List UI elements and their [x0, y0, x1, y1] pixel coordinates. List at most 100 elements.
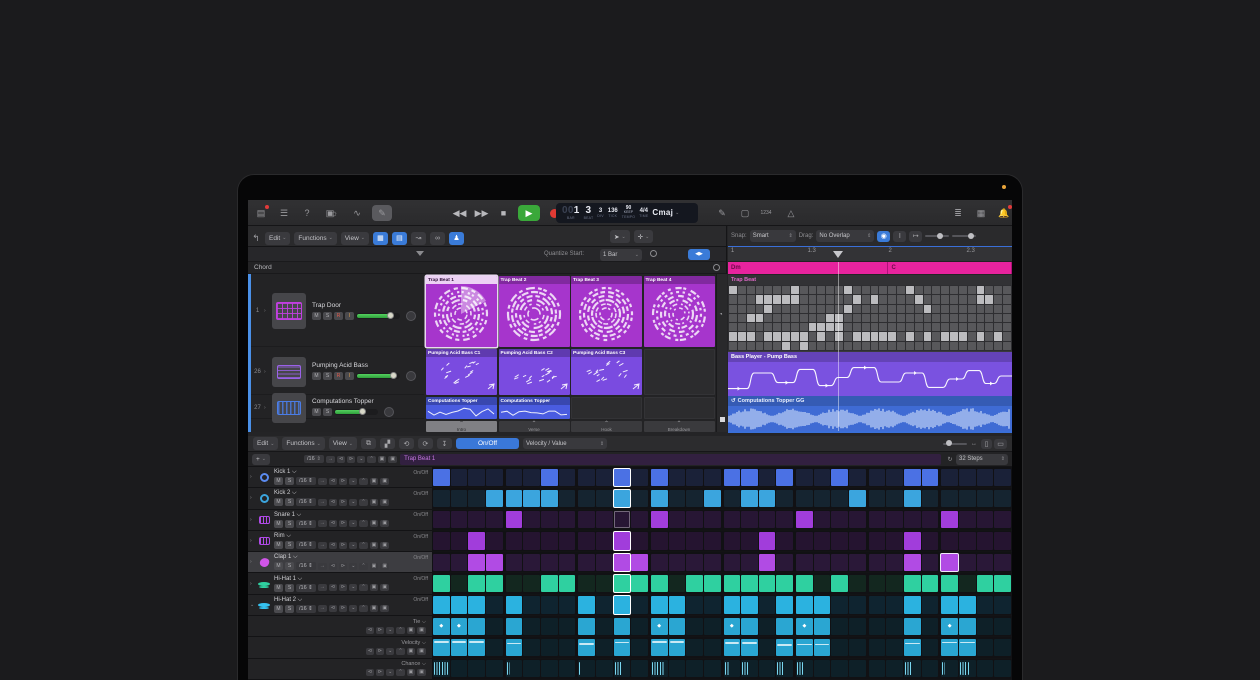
step-cell[interactable] [523, 660, 540, 677]
row-header-hi-hat-2[interactable]: ⌄Hi-Hat 2 ⌵On/OffMS/16 ⇕→⊲⊳⌄⌃▣▣ [248, 595, 432, 615]
step-cell[interactable] [759, 554, 776, 571]
loop-cell-empty[interactable] [571, 397, 642, 419]
row-down-icon[interactable]: ⌄ [349, 520, 357, 527]
step-cell[interactable] [578, 639, 595, 656]
step-cell[interactable] [741, 554, 758, 571]
step-cell[interactable] [814, 511, 831, 528]
step-cell[interactable] [669, 596, 686, 613]
step-cell[interactable] [796, 490, 813, 507]
region-topper[interactable]: ↺Computations Topper GG [728, 396, 1012, 432]
step-cell[interactable] [959, 469, 976, 486]
row-solo-button[interactable]: S [285, 477, 294, 485]
step-cell[interactable] [849, 532, 866, 549]
step-cell[interactable] [433, 660, 450, 677]
pointer-tool-button[interactable]: ➤⌄ [610, 230, 630, 243]
loop-cell-empty[interactable] [644, 397, 715, 419]
subrow-step-b-icon[interactable]: ▣ [417, 669, 426, 676]
loop-link-icon[interactable]: ∞ [430, 232, 445, 245]
step-cell[interactable] [977, 532, 994, 549]
row-rotate-right-icon[interactable]: ⊳ [339, 542, 347, 549]
window-mode-icon[interactable]: ▭ [994, 439, 1007, 449]
step-cell[interactable] [831, 639, 848, 656]
step-cell[interactable] [506, 618, 523, 635]
step-cell[interactable] [724, 639, 741, 656]
step-cell[interactable] [523, 469, 540, 486]
solo-button[interactable]: S [323, 372, 332, 380]
row-down-icon[interactable]: ⌄ [349, 542, 357, 549]
step-cell[interactable] [959, 532, 976, 549]
step-cell[interactable] [651, 511, 668, 528]
row-down-icon[interactable]: ⌄ [349, 605, 357, 612]
step-cell[interactable] [831, 554, 848, 571]
step-cell[interactable] [486, 469, 503, 486]
step-cell[interactable] [941, 511, 958, 528]
pattern-octave-down-icon[interactable]: ⌄ [357, 456, 365, 463]
step-cell[interactable] [704, 490, 721, 507]
step-cell[interactable] [468, 660, 485, 677]
step-cell[interactable] [506, 532, 523, 549]
step-cell[interactable] [614, 639, 631, 656]
step-cell[interactable] [433, 532, 450, 549]
step-cell[interactable] [451, 469, 468, 486]
step-cell[interactable] [631, 554, 648, 571]
step-cell[interactable] [433, 490, 450, 507]
subrow-rotate-right-icon[interactable]: ⊳ [376, 648, 384, 655]
step-cell[interactable] [831, 511, 848, 528]
row-rotate-left-icon[interactable]: ⊲ [329, 520, 337, 527]
step-cell[interactable] [578, 618, 595, 635]
row-down-icon[interactable]: ⌄ [349, 499, 357, 506]
step-cell[interactable] [614, 575, 631, 592]
step-cell[interactable] [468, 618, 485, 635]
step-cell[interactable] [994, 554, 1011, 571]
row-step-b-icon[interactable]: ▣ [380, 520, 389, 527]
row-header-hi-hat-1[interactable]: ›Hi-Hat 1 ⌵On/OffMS/16 ⇕→⊲⊳⌄⌃▣▣ [248, 573, 432, 593]
step-cell[interactable] [849, 639, 866, 656]
step-cell[interactable] [651, 469, 668, 486]
step-cell[interactable] [614, 511, 631, 528]
step-cell[interactable] [614, 660, 631, 677]
step-cell[interactable] [904, 596, 921, 613]
cell-rows-button[interactable]: ▤ [392, 232, 407, 245]
step-cell[interactable] [559, 660, 576, 677]
solo-box-icon[interactable]: ▢ [737, 205, 753, 221]
step-cell[interactable] [506, 511, 523, 528]
subrow-step-a-icon[interactable]: ▣ [407, 627, 416, 634]
row-disclosure-icon[interactable]: › [250, 559, 257, 565]
step-cell[interactable] [814, 618, 831, 635]
step-cell[interactable] [651, 490, 668, 507]
pattern-name-bar[interactable]: Trap Beat 1 [400, 454, 941, 465]
step-cell[interactable] [814, 490, 831, 507]
subrow-rotate-left-icon[interactable]: ⊲ [366, 669, 374, 676]
step-cell[interactable] [523, 490, 540, 507]
horizontal-zoom-slider[interactable] [952, 235, 976, 237]
step-cell[interactable] [523, 639, 540, 656]
step-cell[interactable]: ◆ [724, 618, 741, 635]
snap-select[interactable]: Smart⇕ [750, 230, 796, 242]
row-rotate-right-icon[interactable]: ⊳ [339, 563, 347, 570]
step-cell[interactable] [724, 532, 741, 549]
step-cell[interactable] [814, 660, 831, 677]
step-cell[interactable] [669, 639, 686, 656]
capture-button[interactable]: ♟ [449, 232, 464, 245]
step-cell[interactable] [776, 469, 793, 486]
step-cell[interactable] [486, 554, 503, 571]
step-cell[interactable] [724, 469, 741, 486]
text-tool-button[interactable]: I [893, 231, 906, 242]
step-cell[interactable] [994, 490, 1011, 507]
subrow-rotate-left-icon[interactable]: ⊲ [366, 648, 374, 655]
step-cell[interactable] [433, 596, 450, 613]
step-cell[interactable] [959, 596, 976, 613]
link-window-icon[interactable]: ▯ [981, 439, 992, 449]
step-cell[interactable] [596, 660, 613, 677]
row-down-icon[interactable]: ⌄ [349, 478, 357, 485]
step-cell[interactable] [831, 618, 848, 635]
subrow-rotate-right-icon[interactable]: ⊳ [376, 669, 384, 676]
step-cell[interactable] [523, 554, 540, 571]
step-cell[interactable] [451, 532, 468, 549]
step-cell[interactable] [776, 575, 793, 592]
step-cell[interactable] [759, 660, 776, 677]
step-cell[interactable] [506, 490, 523, 507]
track-disclosure-icon[interactable]: › [264, 405, 272, 411]
step-cell[interactable] [704, 618, 721, 635]
count-in-icon[interactable]: 1234 [756, 205, 776, 221]
